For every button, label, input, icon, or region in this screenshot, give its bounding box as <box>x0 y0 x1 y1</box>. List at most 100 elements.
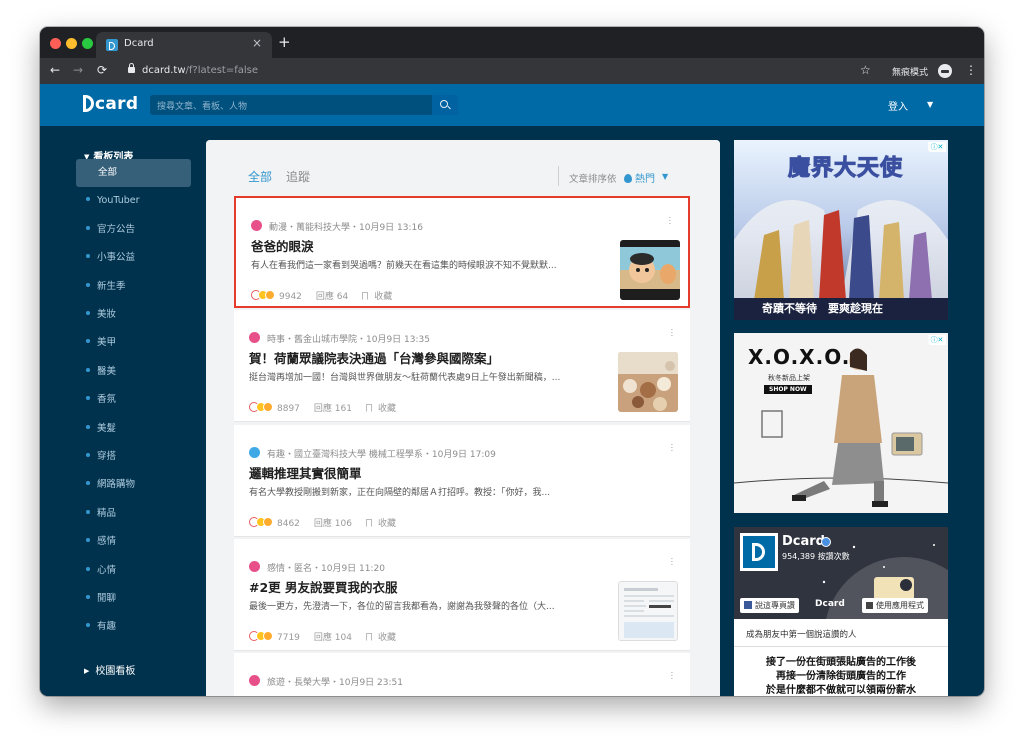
sidebar-item-3[interactable]: 小事公益 <box>76 244 191 272</box>
save-link[interactable]: 收藏 <box>378 404 396 414</box>
post-meta: 有趣・國立臺灣科技大學 機械工程學系・10月9日 17:09 <box>267 450 496 460</box>
bookmark-icon[interactable] <box>365 633 372 641</box>
fire-icon <box>624 174 632 183</box>
forward-arrow-icon[interactable]: → <box>73 63 83 77</box>
save-link[interactable]: 收藏 <box>374 292 392 302</box>
sidebar-item-1[interactable]: YouTuber <box>76 187 191 215</box>
game-ad-banner[interactable]: 魔界大天使 奇蹟不等待 要爽趁現在 ⓘ✕ <box>734 140 948 320</box>
wow-reaction-icon <box>263 517 273 527</box>
tab-all[interactable]: 全部 <box>248 168 272 185</box>
like-count: 9942 <box>279 292 302 302</box>
post-card[interactable]: 有趣・國立臺灣科技大學 機械工程學系・10月9日 17:09 ⋯ 邏輯推理其實很… <box>234 425 690 537</box>
url-field[interactable]: dcard.tw/f?latest=false <box>142 65 258 76</box>
dcard-logo[interactable]: card <box>83 94 138 114</box>
sidebar-item-14[interactable]: 心情 <box>76 557 191 585</box>
search-box[interactable]: 搜尋文章、看板、人物 <box>150 95 458 115</box>
fb-page-name[interactable]: Dcard <box>782 534 825 549</box>
ad-choices-icon[interactable]: ⓘ✕ <box>928 142 946 152</box>
more-options-icon[interactable]: ⋯ <box>664 216 674 224</box>
chevron-down-icon[interactable]: ▼ <box>662 172 668 181</box>
reload-icon[interactable]: ⟳ <box>97 63 107 77</box>
post-card[interactable]: 動漫・萬能科技大學・10月9日 13:16 ⋯ 爸爸的眼淚 有人在看我們這一家看… <box>234 196 690 308</box>
sidebar-item-label: 全部 <box>98 167 118 178</box>
login-link[interactable]: 登入 <box>888 98 908 113</box>
post-card[interactable]: 時事・舊金山城市學院・10月9日 13:35 ⋯ 賀！荷蘭眾議院表決通過「台灣參… <box>234 310 690 422</box>
browser-menu-icon[interactable]: ⋮ <box>965 63 977 77</box>
close-window-button[interactable] <box>50 38 61 49</box>
sidebar-item-7[interactable]: 醫美 <box>76 358 191 386</box>
post-title[interactable]: #2更 男友說要買我的衣服 <box>249 577 398 596</box>
bookmark-icon[interactable] <box>365 404 372 412</box>
bookmark-icon[interactable] <box>362 292 369 300</box>
sidebar-item-10[interactable]: 穿搭 <box>76 443 191 471</box>
minimize-window-button[interactable] <box>66 38 77 49</box>
sidebar-item-5[interactable]: 美妝 <box>76 301 191 329</box>
tab-bar: Dcard × + <box>40 27 984 58</box>
sidebar-item-label: 美髮 <box>97 422 117 434</box>
sidebar-item-16[interactable]: 有趣 <box>76 613 191 641</box>
bullet-icon <box>86 595 90 599</box>
post-thumbnail[interactable] <box>618 352 678 412</box>
verified-badge-icon <box>821 537 831 547</box>
tab-title: Dcard <box>124 38 154 49</box>
incognito-label: 無痕模式 <box>892 68 929 78</box>
post-title[interactable]: 邏輯推理其實很簡單 <box>249 463 362 482</box>
sidebar-item-4[interactable]: 新生季 <box>76 273 191 301</box>
sidebar-item-11[interactable]: 網路購物 <box>76 471 191 499</box>
sidebar-item-9[interactable]: 美髮 <box>76 415 191 443</box>
ad-choices-icon[interactable]: ⓘ✕ <box>928 335 946 345</box>
like-count: 7719 <box>277 633 300 643</box>
post-thumbnail[interactable] <box>618 581 678 641</box>
more-options-icon[interactable]: ⋯ <box>666 671 676 679</box>
fb-like-button[interactable]: 說這專頁讚 <box>740 598 799 613</box>
bookmark-icon[interactable] <box>365 519 372 527</box>
save-link[interactable]: 收藏 <box>378 633 396 643</box>
post-card[interactable]: 旅遊・長榮大學・10月9日 23:51 ⋯ <box>234 653 690 696</box>
bullet-icon <box>86 623 90 628</box>
zoom-window-button[interactable] <box>82 38 93 49</box>
search-icon[interactable] <box>432 95 458 115</box>
like-count: 8462 <box>277 519 300 529</box>
fb-use-app-button[interactable]: 使用應用程式 <box>862 598 928 613</box>
new-tab-button[interactable]: + <box>278 33 291 51</box>
incognito-icon[interactable] <box>938 64 952 78</box>
save-link[interactable]: 收藏 <box>378 519 396 529</box>
post-thumbnail[interactable] <box>620 240 680 300</box>
sidebar-item-15[interactable]: 閒聊 <box>76 585 191 613</box>
post-excerpt: 有名大學教授剛搬到新家，正在向隔壁的鄰居Ａ打招呼。教授：「你好，我... <box>249 488 551 498</box>
more-options-icon[interactable]: ⋯ <box>666 557 676 565</box>
app-icon <box>866 602 873 609</box>
sidebar-item-6[interactable]: 美甲 <box>76 329 191 357</box>
fashion-ad-banner[interactable]: X.O.X.O. 秋冬新品上架 SHOP NOW ⓘ✕ <box>734 333 948 513</box>
sidebar-item-2[interactable]: 官方公告 <box>76 216 191 244</box>
post-title[interactable]: 爸爸的眼淚 <box>251 236 314 255</box>
more-options-icon[interactable]: ⋯ <box>666 443 676 451</box>
search-input[interactable]: 搜尋文章、看板、人物 <box>157 99 247 112</box>
bookmark-star-icon[interactable]: ☆ <box>860 63 871 77</box>
bullet-icon <box>86 509 90 514</box>
facebook-page-widget[interactable]: Dcard 954,389 按讚次數 說這專頁讚 Dcard 使用應用程式 成為… <box>734 527 948 696</box>
post-card[interactable]: 感情・匿名・10月9日 11:20 ⋯ #2更 男友說要買我的衣服 最後一更方，… <box>234 539 690 651</box>
post-excerpt: 最後一更方，先澄清一下，各位的留言我都看為，謝謝為我發聲的各位（大... <box>249 602 555 612</box>
shop-now-button[interactable]: SHOP NOW <box>764 385 812 394</box>
close-tab-icon[interactable]: × <box>252 36 262 50</box>
tab-follow[interactable]: 追蹤 <box>286 168 310 185</box>
avatar <box>251 220 262 231</box>
divider <box>558 166 559 186</box>
sidebar-item-label: 精品 <box>97 507 117 519</box>
fb-page-logo[interactable] <box>740 533 778 571</box>
chevron-down-icon[interactable]: ▼ <box>927 100 933 109</box>
sidebar-item-12[interactable]: 精品 <box>76 500 191 528</box>
post-title[interactable]: 賀！荷蘭眾議院表決通過「台灣參與國際案」 <box>249 348 499 367</box>
back-arrow-icon[interactable]: ← <box>50 63 60 77</box>
more-options-icon[interactable]: ⋯ <box>666 328 676 336</box>
sidebar-item-13[interactable]: 感情 <box>76 528 191 556</box>
clap-reaction-icon <box>263 402 273 412</box>
sidebar-item-8[interactable]: 香氛 <box>76 386 191 414</box>
browser-tab-dcard[interactable]: Dcard × <box>96 32 272 58</box>
sort-dropdown[interactable]: 熱門 <box>624 170 655 185</box>
bullet-icon <box>86 197 90 202</box>
campus-boards-toggle[interactable]: ▶ 校園看板 <box>84 662 135 677</box>
sidebar-item-all[interactable]: 全部 <box>76 159 191 187</box>
sidebar-item-label: 新生季 <box>97 280 126 292</box>
